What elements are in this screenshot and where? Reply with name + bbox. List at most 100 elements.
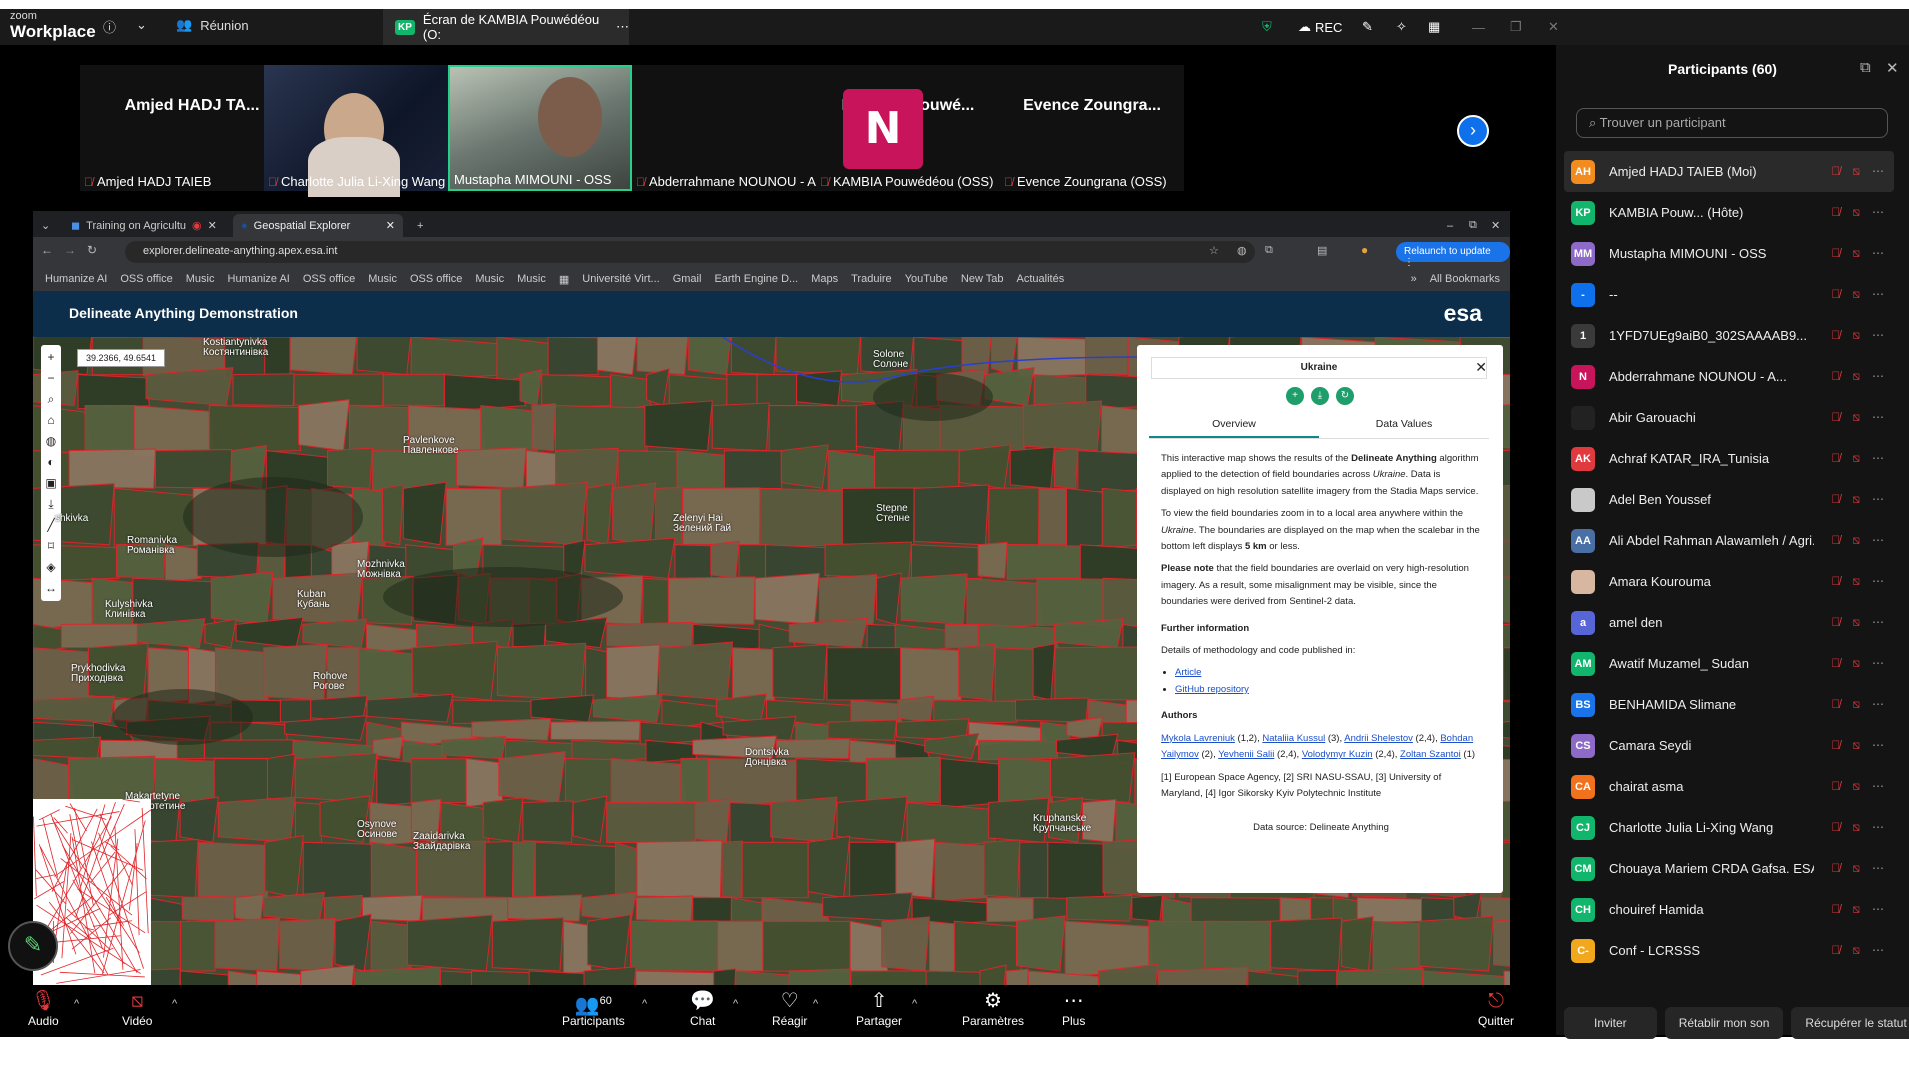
bookmark-item[interactable]: Université Virt... <box>582 273 659 285</box>
browser-tab[interactable]: ◼ Training on Agricultu ◉ ✕ <box>63 214 233 237</box>
globe-icon[interactable]: ◍ <box>46 431 56 452</box>
tab-data-values[interactable]: Data Values <box>1319 411 1489 438</box>
bookmark-item[interactable]: Maps <box>811 273 838 285</box>
share-icon[interactable]: ↻ <box>1336 387 1354 405</box>
more-icon[interactable]: ⋯ <box>1872 533 1884 548</box>
close-icon[interactable]: ✕ <box>1548 9 1559 45</box>
sidebar-icon[interactable]: ▤ <box>1317 244 1327 257</box>
close-icon[interactable]: ✕ <box>1483 214 1508 237</box>
more-icon[interactable]: ⋯ <box>1872 328 1884 343</box>
bookmark-item[interactable]: Traduire <box>851 273 892 285</box>
puzzle-icon[interactable]: ⧉ <box>1265 244 1273 257</box>
participant-row[interactable]: CS Camara Seydi 🎙̸ ⧅ ⋯ <box>1564 725 1894 766</box>
more-icon[interactable]: ⋯ <box>1872 902 1884 917</box>
unmute-all-button[interactable]: Rétablir mon son <box>1664 1007 1784 1039</box>
participant-row[interactable]: BS BENHAMIDA Slimane 🎙̸ ⧅ ⋯ <box>1564 684 1894 725</box>
video-tile[interactable]: 🎙̸ Abderrahmane NOUNOU - ANS... <box>632 65 845 191</box>
minimize-icon[interactable]: — <box>1472 9 1485 45</box>
bookmark-item[interactable]: Music <box>368 273 397 285</box>
quit-button[interactable]: ⎋ Quitter <box>1478 988 1514 1028</box>
next-page-button[interactable]: › <box>1457 115 1489 147</box>
audio-options-caret[interactable]: ^ <box>74 998 79 1010</box>
participant-row[interactable]: 1 1YFD7UEg9aiB0_302SAAAAB9... 🎙̸ ⧅ ⋯ <box>1564 315 1894 356</box>
more-icon[interactable]: ⋯ <box>1872 164 1884 179</box>
video-tile[interactable]: 🎙̸ Charlotte Julia Li-Xing Wang <box>264 65 448 197</box>
bookmark-item[interactable]: New Tab <box>961 273 1004 285</box>
bookmark-item[interactable]: Humanize AI <box>228 273 290 285</box>
all-bookmarks[interactable]: All Bookmarks <box>1430 273 1500 285</box>
github-link[interactable]: GitHub repository <box>1175 684 1249 695</box>
grid-view-icon[interactable]: ▦ <box>1428 9 1440 45</box>
participant-row[interactable]: AK Achraf KATAR_IRA_Tunisia 🎙̸ ⧅ ⋯ <box>1564 438 1894 479</box>
close-icon[interactable]: ✕ <box>1886 59 1899 77</box>
participant-row[interactable]: CJ Charlotte Julia Li-Xing Wang 🎙̸ ⧅ ⋯ <box>1564 807 1894 848</box>
chat-options-caret[interactable]: ^ <box>733 998 738 1010</box>
map-view[interactable]: + − ⌕ ⌂ ◍ ◐ ▣ ⤓ ╱ ⌑ ◈ ↔ 39.2366, 49.6541… <box>33 337 1510 985</box>
bookmarks-overflow-icon[interactable]: » <box>1411 273 1417 285</box>
tab-search-icon[interactable]: ⌄ <box>33 214 57 237</box>
author-link[interactable]: Volodymyr Kuzin <box>1302 749 1373 760</box>
draw-line-icon[interactable]: ╱ <box>47 515 54 536</box>
participant-row[interactable]: Adel Ben Youssef 🎙̸ ⧅ ⋯ <box>1564 479 1894 520</box>
author-link[interactable]: Zoltan Szantoi <box>1400 749 1461 760</box>
camera-icon[interactable]: ▣ <box>45 473 56 494</box>
participant-row[interactable]: KP KAMBIA Pouw... (Hôte) 🎙̸ ⧅ ⋯ <box>1564 192 1894 233</box>
participant-row[interactable]: AA Ali Abdel Rahman Alawamleh / Agri... 🎙̸… <box>1564 520 1894 561</box>
participant-row[interactable]: CA chairat asma 🎙̸ ⧅ ⋯ <box>1564 766 1894 807</box>
participant-row[interactable]: C- Conf - LCRSSS 🎙̸ ⧅ ⋯ <box>1564 930 1894 971</box>
participant-row[interactable]: MM Mustapha MIMOUNI - OSS 🎙̸ ⧅ ⋯ <box>1564 233 1894 274</box>
react-button[interactable]: ♡ Réagir <box>772 988 807 1028</box>
add-icon[interactable]: + <box>1286 387 1304 405</box>
info-icon[interactable]: ⓘ <box>103 17 116 36</box>
participant-row[interactable]: CH chouiref Hamida 🎙̸ ⧅ ⋯ <box>1564 889 1894 930</box>
video-tile-active-speaker[interactable]: Mustapha MIMOUNI - OSS <box>448 65 632 191</box>
sparkle-icon[interactable]: ✧ <box>1396 9 1407 45</box>
settings-button[interactable]: ⚙ Paramètres <box>962 988 1024 1028</box>
more-icon[interactable]: ⋯ <box>1872 574 1884 589</box>
apps-grid-icon[interactable]: ▦ <box>559 273 569 286</box>
react-options-caret[interactable]: ^ <box>813 998 818 1010</box>
bookmark-item[interactable]: Music <box>517 273 546 285</box>
author-link[interactable]: Yevhenii Salii <box>1218 749 1274 760</box>
reload-icon[interactable]: ↻ <box>87 243 97 257</box>
participant-row[interactable]: a amel den 🎙̸ ⧅ ⋯ <box>1564 602 1894 643</box>
bookmark-star-icon[interactable]: ☆ <box>1209 244 1219 257</box>
more-icon[interactable]: ⋯ <box>1872 943 1884 958</box>
more-icon[interactable]: ⋯ <box>1872 287 1884 302</box>
reclaim-host-button[interactable]: Récupérer le statut d'hôte <box>1791 1007 1909 1039</box>
participant-row[interactable]: AM Awatif Muzamel_ Sudan 🎙̸ ⧅ ⋯ <box>1564 643 1894 684</box>
browser-tab-active[interactable]: ● Geospatial Explorer ✕ <box>233 214 403 237</box>
bookmark-item[interactable]: Music <box>186 273 215 285</box>
bookmark-item[interactable]: OSS office <box>410 273 462 285</box>
video-tile[interactable]: Evence Zoungra... 🎙̸ Evence Zoungrana (OS… <box>1000 65 1184 191</box>
more-icon[interactable]: ⋯ <box>1872 779 1884 794</box>
more-icon[interactable]: ⋯ <box>1872 492 1884 507</box>
more-button[interactable]: ⋯ Plus <box>1062 988 1085 1028</box>
annotate-pencil-button[interactable]: ✎ <box>8 921 58 971</box>
participant-row[interactable]: AH Amjed HADJ TAIEB (Moi) 🎙̸ ⧅ ⋯ <box>1564 151 1894 192</box>
share-button[interactable]: ⇧ Partager <box>856 988 902 1028</box>
participant-row[interactable]: CM Chouaya Mariem CRDA Gafsa. ESA 🎙̸ ⧅ ⋯ <box>1564 848 1894 889</box>
bookmark-item[interactable]: Humanize AI <box>45 273 107 285</box>
more-icon[interactable]: ⋯ <box>1872 656 1884 671</box>
author-link[interactable]: Mykola Lavreniuk <box>1161 733 1235 744</box>
more-icon[interactable]: ⋯ <box>1872 697 1884 712</box>
tab-close-icon[interactable]: ✕ <box>386 219 395 232</box>
new-tab-button[interactable]: + <box>409 214 431 237</box>
chat-button[interactable]: 💬 Chat <box>690 988 715 1028</box>
zoom-out-button[interactable]: − <box>47 368 54 389</box>
participants-button[interactable]: 👥60 Participants <box>562 988 625 1028</box>
forward-icon[interactable]: → <box>64 243 76 257</box>
back-icon[interactable]: ← <box>41 243 53 257</box>
bookmark-item[interactable]: YouTube <box>905 273 948 285</box>
download-icon[interactable]: ⤓ <box>1311 387 1329 405</box>
participant-search-input[interactable]: ⌕ Trouver un participant <box>1576 108 1888 138</box>
author-link[interactable]: Andrii Shelestov <box>1344 733 1413 744</box>
extension-icon[interactable]: ◍ <box>1237 244 1247 257</box>
participants-options-caret[interactable]: ^ <box>642 998 647 1010</box>
author-link[interactable]: Nataliia Kussul <box>1262 733 1325 744</box>
url-field[interactable]: explorer.delineate-anything.apex.esa.int <box>125 241 1255 263</box>
more-icon[interactable]: ⋯ <box>616 19 629 35</box>
invite-button[interactable]: Inviter <box>1564 1007 1657 1039</box>
home-icon[interactable]: ⌂ <box>47 410 54 431</box>
